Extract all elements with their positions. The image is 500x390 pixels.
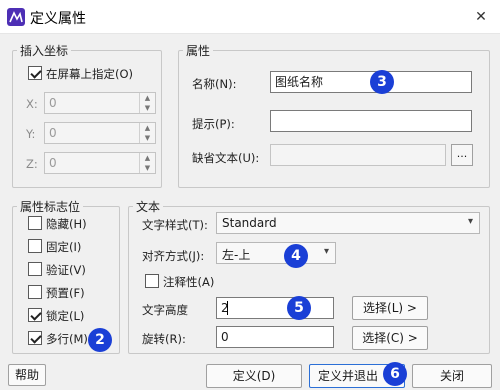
verify-checkbox[interactable] <box>28 262 42 276</box>
text-style-value: Standard <box>222 216 277 230</box>
help-button[interactable]: 帮助 <box>8 364 46 386</box>
z-spin-arrows[interactable]: ▲ ▼ <box>139 153 155 173</box>
text-height-label: 文字高度 <box>142 303 188 317</box>
text-height-input[interactable]: 2 <box>216 297 334 319</box>
y-spin-arrows[interactable]: ▲ ▼ <box>139 123 155 143</box>
preset-label: 预置(F) <box>46 286 85 300</box>
annotative-label: 注释性(A) <box>163 275 215 289</box>
text-legend: 文本 <box>136 200 161 214</box>
y-coordinate-spinner[interactable]: 0 ▲ ▼ <box>44 122 156 144</box>
rotation-input[interactable]: 0 <box>216 326 334 348</box>
name-label: 名称(N): <box>192 77 237 91</box>
y-label: Y: <box>26 127 36 141</box>
insert-point-legend: 插入坐标 <box>20 44 69 58</box>
dialog-body: 插入坐标 在屏幕上指定(O) X: 0 ▲ ▼ Y: 0 ▲ ▼ Z: 0 ▲ ▼ 属… <box>0 34 500 390</box>
justify-select[interactable]: 左-上 ▾ <box>216 242 336 264</box>
y-value: 0 <box>49 126 57 140</box>
badge-2: 2 <box>88 328 112 352</box>
verify-label: 验证(V) <box>46 263 86 277</box>
constant-label: 固定(I) <box>46 240 82 254</box>
multiline-label: 多行(M) <box>46 332 88 346</box>
text-style-select[interactable]: Standard ▾ <box>216 212 480 234</box>
hidden-checkbox[interactable] <box>28 216 42 230</box>
justify-value: 左-上 <box>222 248 251 262</box>
browse-button[interactable]: ... <box>451 144 473 166</box>
chevron-down-icon: ▾ <box>323 246 329 257</box>
flags-legend: 属性标志位 <box>20 200 81 214</box>
x-spin-arrows[interactable]: ▲ ▼ <box>139 93 155 113</box>
badge-3: 3 <box>370 70 394 94</box>
preset-checkbox[interactable] <box>28 285 42 299</box>
multiline-checkbox[interactable] <box>28 331 42 345</box>
constant-checkbox[interactable] <box>28 239 42 253</box>
annotative-checkbox[interactable] <box>145 274 159 288</box>
close-icon[interactable]: ✕ <box>468 5 494 29</box>
lock-label: 锁定(L) <box>46 309 85 323</box>
on-screen-checkbox[interactable] <box>28 66 42 80</box>
lock-checkbox[interactable] <box>28 308 42 322</box>
rotation-label: 旋转(R): <box>142 332 186 346</box>
badge-6: 6 <box>383 362 407 386</box>
window-title: 定义属性 <box>30 11 86 27</box>
app-icon <box>7 8 25 26</box>
z-coordinate-spinner[interactable]: 0 ▲ ▼ <box>44 152 156 174</box>
define-button[interactable]: 定义(D) <box>206 364 302 388</box>
text-style-label: 文字样式(T): <box>142 218 208 232</box>
badge-4: 4 <box>284 244 308 268</box>
x-coordinate-spinner[interactable]: 0 ▲ ▼ <box>44 92 156 114</box>
hidden-label: 隐藏(H) <box>46 217 87 231</box>
close-button[interactable]: 关闭 <box>412 364 492 388</box>
z-value: 0 <box>49 156 57 170</box>
text-cursor <box>227 301 228 315</box>
default-text-input[interactable] <box>270 144 446 166</box>
x-value: 0 <box>49 96 57 110</box>
prompt-label: 提示(P): <box>192 117 235 131</box>
title-bar: 定义属性 ✕ <box>0 0 500 34</box>
attribute-legend: 属性 <box>186 44 211 58</box>
z-label: Z: <box>26 157 38 171</box>
default-text-label: 缺省文本(U): <box>192 151 260 165</box>
chevron-down-icon: ▾ <box>467 216 473 227</box>
badge-5: 5 <box>287 296 311 320</box>
pick-rotation-button[interactable]: 选择(C) > <box>352 326 428 350</box>
pick-height-button[interactable]: 选择(L) > <box>352 296 428 320</box>
prompt-input[interactable] <box>270 110 472 132</box>
x-label: X: <box>26 97 38 111</box>
on-screen-label: 在屏幕上指定(O) <box>46 67 134 81</box>
justify-label: 对齐方式(J): <box>142 249 205 263</box>
